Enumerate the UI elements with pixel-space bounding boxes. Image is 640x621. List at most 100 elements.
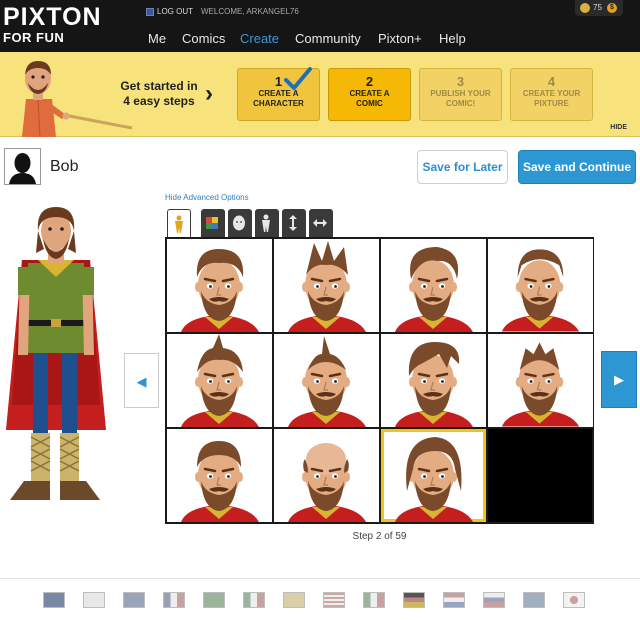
get-started-banner: Get started in 4 easy steps › 1 CREATE A… [0, 52, 640, 137]
nav-help[interactable]: Help [439, 31, 466, 47]
empty-grid-cell [488, 429, 592, 522]
flag-germany-icon[interactable] [403, 592, 425, 608]
flag-quebec-icon[interactable] [123, 592, 145, 608]
bearded-head-portrait [288, 336, 366, 427]
step-create-pixture[interactable]: 4 CREATE YOUR PIXTURE [510, 68, 593, 121]
bearded-head-portrait [395, 437, 473, 522]
head-icon [233, 215, 245, 231]
flag-mexico-icon[interactable] [243, 592, 265, 608]
facebook-icon [146, 8, 154, 16]
color-tool[interactable] [201, 209, 225, 238]
flag-uk-icon[interactable] [43, 592, 65, 608]
height-icon [289, 215, 297, 231]
color-palette-icon [206, 217, 218, 229]
hair-option-1[interactable] [167, 239, 272, 332]
flag-slovakia-icon[interactable] [483, 592, 505, 608]
nav-me[interactable]: Me [148, 31, 166, 47]
bearded-head-portrait [288, 443, 366, 522]
flag-france-icon[interactable] [163, 592, 185, 608]
nav-comics[interactable]: Comics [182, 31, 225, 47]
welcome-message: WELCOME, ARKANGEL76 [201, 7, 299, 16]
nav-community[interactable]: Community [295, 31, 361, 47]
flag-sweden-icon[interactable] [523, 592, 545, 608]
chevron-right-icon: › [205, 80, 213, 107]
hair-option-3[interactable] [381, 239, 486, 332]
nav-create[interactable]: Create [240, 31, 279, 47]
hair-option-10[interactable] [274, 429, 379, 522]
character-figure [6, 207, 106, 500]
step-counter: Step 2 of 59 [352, 531, 407, 542]
body-pose-tool[interactable] [167, 209, 191, 238]
flag-canada-icon[interactable] [83, 592, 105, 608]
logo-wordmark: PIXTON [3, 3, 102, 31]
step-label-line2: CHARACTER [253, 99, 304, 108]
step-number: 2 [365, 74, 374, 89]
flag-brazil-icon[interactable] [203, 592, 225, 608]
step-publish-comic[interactable]: 3 PUBLISH YOUR COMIC! [419, 68, 502, 121]
step-number: 4 [547, 74, 556, 89]
step-label-line1: PUBLISH YOUR [430, 89, 491, 98]
footer-divider [0, 578, 640, 579]
hair-option-9[interactable] [167, 429, 272, 522]
get-started-text: Get started in 4 easy steps [114, 79, 204, 109]
hair-option-4[interactable] [488, 239, 593, 332]
checkmark-icon [284, 67, 312, 90]
get-started-line2: 4 easy steps [123, 94, 195, 108]
step-number: 3 [456, 74, 465, 89]
previous-step-button[interactable]: ◀ [124, 353, 159, 408]
hair-option-6[interactable] [274, 334, 379, 427]
next-step-button[interactable]: ▶ [601, 351, 637, 408]
character-name-input[interactable] [50, 156, 250, 178]
save-and-continue-button[interactable]: Save and Continue [518, 150, 636, 184]
arrow-right-icon: ▶ [614, 372, 624, 387]
logout-link[interactable]: LOG OUT [157, 7, 193, 17]
hair-option-11-selected[interactable] [381, 429, 486, 522]
hair-options-grid [165, 237, 594, 524]
bearded-head-portrait [181, 249, 259, 332]
get-started-line1: Get started in [120, 79, 198, 93]
flag-catalonia-icon[interactable] [283, 592, 305, 608]
hair-option-2[interactable] [274, 239, 379, 332]
hide-banner-link[interactable]: HIDE [610, 123, 627, 132]
bearded-head-portrait [501, 342, 580, 427]
hair-option-8[interactable] [488, 334, 593, 427]
hair-option-7[interactable] [381, 334, 486, 427]
hide-advanced-options-link[interactable]: Hide Advanced Options [165, 193, 249, 203]
flag-usa-icon[interactable] [323, 592, 345, 608]
character-avatar [4, 148, 41, 185]
avatar-silhouette-icon [9, 153, 36, 184]
step-label-line2: COMIC [356, 99, 383, 108]
logo-subtitle: FOR FUN [3, 30, 65, 45]
bearded-head-portrait [395, 247, 473, 332]
flag-japan-icon[interactable] [563, 592, 585, 608]
flag-italy-icon[interactable] [363, 592, 385, 608]
step-label-line1: CREATE YOUR [522, 89, 581, 98]
character-preview [0, 205, 112, 505]
hair-option-5[interactable] [167, 334, 272, 427]
pixton-logo[interactable]: PIXTON FOR FUN [3, 4, 113, 48]
body-shape-icon [262, 214, 270, 232]
bearded-head-portrait [181, 334, 259, 427]
height-tool[interactable] [282, 209, 306, 238]
head-tool[interactable] [228, 209, 252, 238]
step-create-character[interactable]: 1 CREATE A CHARACTER [237, 67, 320, 121]
arrow-left-icon: ◀ [136, 374, 147, 389]
flag-netherlands-icon[interactable] [443, 592, 465, 608]
step-create-comic[interactable]: 2 CREATE A COMIC [328, 68, 411, 121]
bearded-head-portrait [395, 342, 473, 427]
coin-count: 75 [593, 3, 602, 12]
width-icon [313, 219, 327, 227]
bearded-head-portrait [501, 249, 580, 332]
save-for-later-button[interactable]: Save for Later [417, 150, 508, 184]
coin-balance[interactable]: 75 $ [575, 0, 623, 16]
width-tool[interactable] [309, 209, 333, 238]
nav-pixton-plus[interactable]: Pixton+ [378, 31, 422, 47]
bearded-head-portrait [181, 441, 259, 522]
body-shape-tool[interactable] [255, 209, 279, 238]
body-pose-icon [175, 215, 183, 233]
dollar-badge-icon: $ [607, 3, 617, 13]
step-label-line2: PIXTURE [534, 99, 569, 108]
coin-icon [580, 3, 590, 13]
step-label-line1: CREATE A [349, 89, 390, 98]
top-navigation-bar: PIXTON FOR FUN LOG OUT WELCOME, ARKANGEL… [0, 0, 640, 52]
